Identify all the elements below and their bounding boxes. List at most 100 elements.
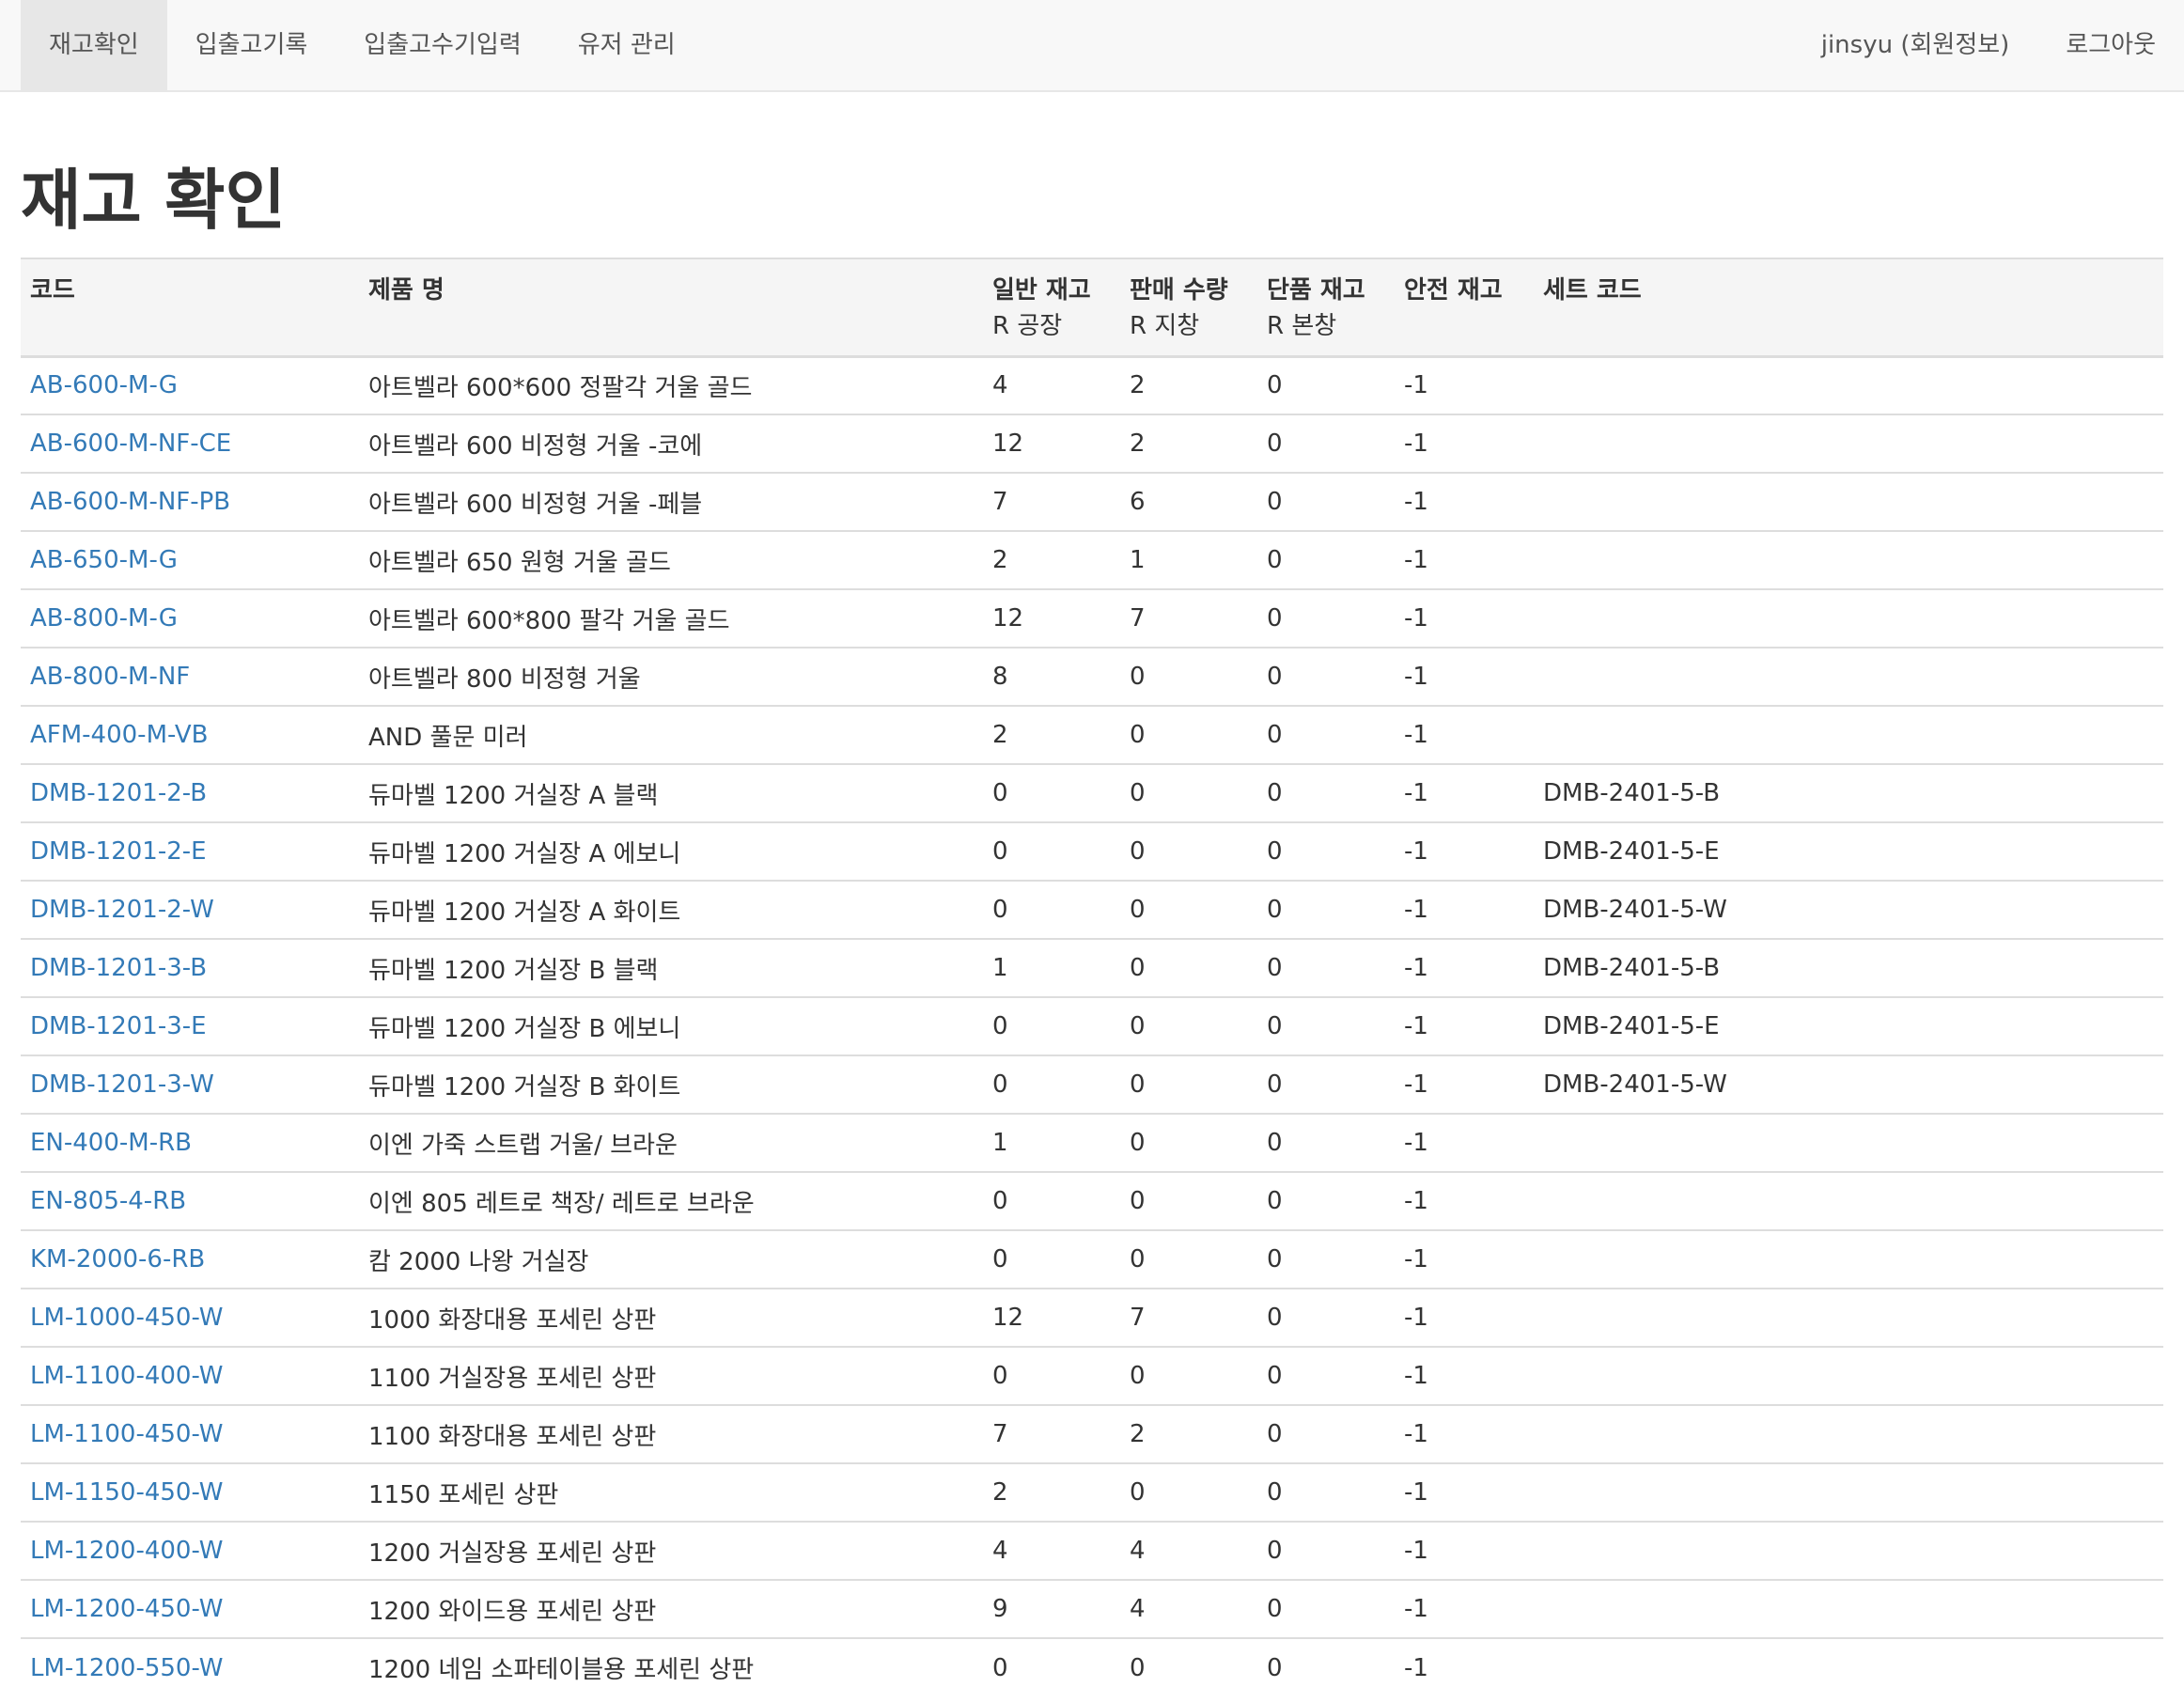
nav-user-info-link[interactable]: jinsyu (회원정보) bbox=[1793, 0, 2038, 90]
cell-set-code: DMB-2401-5-E bbox=[1534, 996, 2163, 1055]
product-code-link[interactable]: KM-2000-6-RB bbox=[30, 1245, 205, 1273]
product-code-link[interactable]: AB-800-M-G bbox=[30, 604, 178, 633]
cell-general-stock: 0 bbox=[983, 1637, 1120, 1696]
product-code-link[interactable]: LM-1200-400-W bbox=[30, 1537, 224, 1565]
cell-product-name: 1150 포세린 상판 bbox=[359, 1462, 983, 1522]
product-code-link[interactable]: LM-1100-400-W bbox=[30, 1362, 224, 1390]
cell-product-name: 듀마벨 1200 거실장 A 에보니 bbox=[359, 821, 983, 881]
table-row: EN-400-M-RB 이엔 가죽 스트랩 거울/ 브라운 1 0 0 -1 bbox=[21, 1113, 2163, 1172]
cell-set-code bbox=[1534, 588, 2163, 648]
cell-safety-stock: -1 bbox=[1395, 1579, 1534, 1638]
nav-logout-link[interactable]: 로그아웃 bbox=[2037, 0, 2184, 90]
product-code-link[interactable]: LM-1200-450-W bbox=[30, 1595, 224, 1623]
product-code-link[interactable]: AFM-400-M-VB bbox=[30, 721, 208, 749]
cell-code: AB-600-M-NF-CE bbox=[21, 414, 359, 473]
product-code-link[interactable]: LM-1150-450-W bbox=[30, 1478, 224, 1507]
table-row: AB-600-M-G 아트벨라 600*600 정팔각 거울 골드 4 2 0 -1 bbox=[21, 355, 2163, 414]
table-row: LM-1100-450-W 1100 화장대용 포세린 상판 7 2 0 -1 bbox=[21, 1404, 2163, 1463]
cell-single-stock: 0 bbox=[1257, 472, 1395, 531]
product-code-link[interactable]: DMB-1201-2-B bbox=[30, 779, 207, 807]
cell-product-name: 아트벨라 600 비정형 거울 -페블 bbox=[359, 472, 983, 531]
cell-sales-qty: 2 bbox=[1120, 414, 1257, 473]
cell-general-stock: 1 bbox=[983, 938, 1120, 997]
table-row: LM-1000-450-W 1000 화장대용 포세린 상판 12 7 0 -1 bbox=[21, 1288, 2163, 1347]
cell-general-stock: 1 bbox=[983, 1113, 1120, 1172]
product-code-link[interactable]: AB-800-M-NF bbox=[30, 663, 190, 691]
cell-safety-stock: -1 bbox=[1395, 1346, 1534, 1405]
cell-set-code: DMB-2401-5-W bbox=[1534, 1055, 2163, 1114]
product-code-link[interactable]: LM-1200-550-W bbox=[30, 1654, 224, 1682]
cell-product-name: 아트벨라 650 원형 거울 골드 bbox=[359, 530, 983, 589]
nav-item-inventory[interactable]: 재고확인 bbox=[21, 0, 167, 90]
cell-single-stock: 0 bbox=[1257, 1579, 1395, 1638]
cell-general-stock: 12 bbox=[983, 414, 1120, 473]
product-code-link[interactable]: DMB-1201-2-E bbox=[30, 837, 207, 866]
cell-sales-qty: 0 bbox=[1120, 996, 1257, 1055]
cell-set-code: DMB-2401-5-E bbox=[1534, 821, 2163, 881]
product-code-link[interactable]: EN-400-M-RB bbox=[30, 1129, 192, 1157]
product-code-link[interactable]: AB-650-M-G bbox=[30, 546, 178, 574]
cell-set-code bbox=[1534, 472, 2163, 531]
nav-item-io-records[interactable]: 입출고기록 bbox=[167, 0, 336, 90]
cell-single-stock: 0 bbox=[1257, 1113, 1395, 1172]
cell-general-stock: 0 bbox=[983, 996, 1120, 1055]
product-code-link[interactable]: DMB-1201-2-W bbox=[30, 896, 214, 924]
header-general-stock-label: 일반 재고 bbox=[992, 276, 1091, 305]
cell-sales-qty: 0 bbox=[1120, 1462, 1257, 1522]
cell-safety-stock: -1 bbox=[1395, 1404, 1534, 1463]
cell-single-stock: 0 bbox=[1257, 530, 1395, 589]
product-code-link[interactable]: DMB-1201-3-B bbox=[30, 954, 207, 982]
cell-safety-stock: -1 bbox=[1395, 763, 1534, 822]
cell-product-name: 1200 네임 소파테이블용 포세린 상판 bbox=[359, 1637, 983, 1696]
cell-single-stock: 0 bbox=[1257, 705, 1395, 764]
cell-safety-stock: -1 bbox=[1395, 1462, 1534, 1522]
cell-sales-qty: 0 bbox=[1120, 647, 1257, 706]
header-general-stock: 일반 재고 R 공장 bbox=[983, 258, 1120, 358]
cell-code: KM-2000-6-RB bbox=[21, 1229, 359, 1289]
header-safety-stock: 안전 재고 bbox=[1395, 258, 1534, 358]
cell-set-code: DMB-2401-5-B bbox=[1534, 763, 2163, 822]
cell-sales-qty: 0 bbox=[1120, 821, 1257, 881]
cell-product-name: 듀마벨 1200 거실장 B 화이트 bbox=[359, 1055, 983, 1114]
cell-general-stock: 2 bbox=[983, 705, 1120, 764]
cell-product-name: 아트벨라 600*800 팔각 거울 골드 bbox=[359, 588, 983, 648]
cell-single-stock: 0 bbox=[1257, 355, 1395, 414]
product-code-link[interactable]: DMB-1201-3-E bbox=[30, 1012, 207, 1040]
cell-safety-stock: -1 bbox=[1395, 938, 1534, 997]
cell-general-stock: 0 bbox=[983, 763, 1120, 822]
cell-general-stock: 7 bbox=[983, 472, 1120, 531]
cell-general-stock: 4 bbox=[983, 1521, 1120, 1580]
cell-general-stock: 12 bbox=[983, 1288, 1120, 1347]
product-code-link[interactable]: AB-600-M-NF-PB bbox=[30, 488, 230, 516]
cell-general-stock: 0 bbox=[983, 1055, 1120, 1114]
header-single-stock-label: 단품 재고 bbox=[1267, 276, 1365, 305]
cell-set-code bbox=[1534, 1462, 2163, 1522]
cell-set-code bbox=[1534, 355, 2163, 414]
table-row: DMB-1201-2-E 듀마벨 1200 거실장 A 에보니 0 0 0 -1 DMB-2… bbox=[21, 821, 2163, 881]
cell-sales-qty: 0 bbox=[1120, 1171, 1257, 1230]
product-code-link[interactable]: DMB-1201-3-W bbox=[30, 1070, 214, 1099]
cell-general-stock: 2 bbox=[983, 1462, 1120, 1522]
cell-code: AB-800-M-NF bbox=[21, 647, 359, 706]
table-row: EN-805-4-RB 이엔 805 레트로 책장/ 레트로 브라운 0 0 0 -1 bbox=[21, 1171, 2163, 1230]
cell-set-code bbox=[1534, 647, 2163, 706]
cell-code: EN-805-4-RB bbox=[21, 1171, 359, 1230]
product-code-link[interactable]: AB-600-M-G bbox=[30, 371, 178, 399]
cell-product-name: 이엔 가죽 스트랩 거울/ 브라운 bbox=[359, 1113, 983, 1172]
cell-set-code bbox=[1534, 1288, 2163, 1347]
cell-sales-qty: 4 bbox=[1120, 1579, 1257, 1638]
product-code-link[interactable]: LM-1000-450-W bbox=[30, 1304, 224, 1332]
table-body: AB-600-M-G 아트벨라 600*600 정팔각 거울 골드 4 2 0 -1 AB-… bbox=[21, 355, 2163, 1696]
product-code-link[interactable]: AB-600-M-NF-CE bbox=[30, 430, 231, 458]
cell-sales-qty: 7 bbox=[1120, 588, 1257, 648]
page-title: 재고 확인 bbox=[21, 162, 286, 239]
nav-item-manual-io-entry[interactable]: 입출고수기입력 bbox=[335, 0, 549, 90]
cell-set-code bbox=[1534, 1229, 2163, 1289]
cell-general-stock: 0 bbox=[983, 1346, 1120, 1405]
cell-general-stock: 9 bbox=[983, 1579, 1120, 1638]
header-single-stock-sub: R 본창 bbox=[1267, 312, 1337, 340]
product-code-link[interactable]: EN-805-4-RB bbox=[30, 1187, 186, 1215]
nav-item-user-management[interactable]: 유저 관리 bbox=[550, 0, 704, 90]
table-row: DMB-1201-3-E 듀마벨 1200 거실장 B 에보니 0 0 0 -1 DMB-2… bbox=[21, 996, 2163, 1055]
product-code-link[interactable]: LM-1100-450-W bbox=[30, 1420, 224, 1448]
